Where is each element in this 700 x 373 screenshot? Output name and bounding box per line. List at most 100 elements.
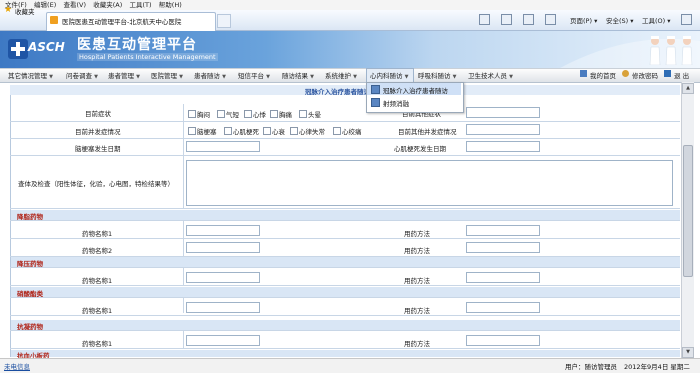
logout-link[interactable]: 退 出 <box>674 70 689 80</box>
drug-name-input[interactable] <box>186 335 260 346</box>
chevron-down-icon: ▼ <box>266 74 270 80</box>
scrollbar-thumb[interactable] <box>683 145 693 277</box>
change-password-link[interactable]: 修改密码 <box>632 70 658 80</box>
page-menu-label: 页面(P) <box>570 17 592 25</box>
symptom-checkbox[interactable] <box>188 110 196 118</box>
current-date: 2012年9月4日 星期二 <box>624 363 690 371</box>
nav-hospital-management[interactable]: 医院管理 ▼ <box>151 70 183 80</box>
favorites-button[interactable]: 收藏夹 <box>15 6 35 16</box>
nav-patient-followup[interactable]: 患者随访 ▼ <box>194 70 226 80</box>
print-icon[interactable] <box>545 14 556 25</box>
new-tab-button[interactable] <box>217 14 231 28</box>
other-symptoms-input[interactable] <box>466 107 540 118</box>
nav-other-management[interactable]: 其它情况管理 ▼ <box>8 70 53 80</box>
dropdown-item-pci-followup[interactable]: 冠脉介入治疗患者随访 <box>383 85 448 95</box>
mail-icon[interactable] <box>523 14 534 25</box>
mi-date-input[interactable] <box>466 141 540 152</box>
usage-label: 用药方法 <box>404 230 430 238</box>
usage-input[interactable] <box>466 225 540 236</box>
complication-option-label: 心律失常 <box>299 128 325 136</box>
drug-name-label: 药物名称1 <box>82 277 113 285</box>
home-icon[interactable] <box>479 14 490 25</box>
nav-sms-platform[interactable]: 短信平台 ▼ <box>238 70 270 80</box>
menu-help[interactable]: 帮助(H) <box>159 0 182 10</box>
chevron-down-icon: ▼ <box>136 74 140 80</box>
status-link[interactable]: 未电信息 <box>4 361 30 371</box>
symptom-checkbox[interactable] <box>299 110 307 118</box>
chevron-down-icon: ▼ <box>353 74 357 80</box>
complication-checkbox[interactable] <box>263 127 271 135</box>
tools-menu-button[interactable]: 工具(O) ▾ <box>642 15 671 25</box>
drug-name-input[interactable] <box>186 272 260 283</box>
usage-input[interactable] <box>466 272 540 283</box>
current-symptoms-label: 目前症状 <box>85 110 111 118</box>
nav-system-maintenance[interactable]: 系统维护 ▼ <box>325 70 357 80</box>
usage-input[interactable] <box>466 242 540 253</box>
page-icon <box>371 98 380 107</box>
exam-textarea[interactable] <box>186 160 673 206</box>
menu-edit[interactable]: 编辑(E) <box>34 0 56 10</box>
nav-cardiology-followup[interactable]: 心内科随访 ▼ <box>370 70 408 80</box>
form-column-divider <box>183 104 184 209</box>
favorites-star-icon[interactable]: ★ <box>4 5 12 15</box>
browser-tab-title[interactable]: 医院医患互动管理平台-北京航天中心医院 <box>62 16 181 26</box>
cerebral-infarction-date-input[interactable] <box>186 141 260 152</box>
nav-label: 心内科随访 <box>370 72 403 80</box>
nav-health-technicians[interactable]: 卫生技术人员 ▼ <box>468 70 513 80</box>
current-user: 用户：随访管理员 <box>565 363 617 371</box>
symptom-checkbox[interactable] <box>217 110 225 118</box>
complications-label: 目前并发症情况 <box>75 128 121 136</box>
safety-menu-button[interactable]: 安全(S) ▾ <box>606 15 634 25</box>
section-header <box>11 257 680 267</box>
symptom-checkbox[interactable] <box>244 110 252 118</box>
nav-followup-results[interactable]: 随访结果 ▼ <box>282 70 314 80</box>
complication-checkbox[interactable] <box>224 127 232 135</box>
symptom-checkbox[interactable] <box>270 110 278 118</box>
help-icon[interactable] <box>681 14 692 25</box>
other-complications-input[interactable] <box>466 124 540 135</box>
complication-checkbox[interactable] <box>333 127 341 135</box>
row-divider <box>10 238 680 239</box>
nav-label: 患者随访 <box>194 72 220 80</box>
nav-respiratory-followup[interactable]: 呼吸科随访 ▼ <box>418 70 456 80</box>
usage-label: 用药方法 <box>404 277 430 285</box>
row-divider <box>10 315 680 316</box>
my-home-link[interactable]: 我的首页 <box>590 70 616 80</box>
cerebral-infarction-date-label: 脑梗塞发生日期 <box>75 145 121 153</box>
feeds-icon[interactable] <box>501 14 512 25</box>
nav-patient-management[interactable]: 患者管理 ▼ <box>108 70 140 80</box>
usage-label: 用药方法 <box>404 247 430 255</box>
key-icon[interactable] <box>622 70 629 77</box>
usage-input[interactable] <box>466 302 540 313</box>
browser-menubar: 文件(F) 编辑(E) 查看(V) 收藏夹(A) 工具(T) 帮助(H) <box>0 0 700 10</box>
complication-option-label: 心衰 <box>272 128 285 136</box>
drug-name-label: 药物名称2 <box>82 247 113 255</box>
chevron-down-icon: ▼ <box>509 74 513 80</box>
complication-checkbox[interactable] <box>290 127 298 135</box>
section-header <box>11 320 680 330</box>
nav-label: 短信平台 <box>238 72 264 80</box>
nav-questionnaire[interactable]: 问卷调查 ▼ <box>66 70 98 80</box>
app-title: 医患互动管理平台 <box>77 37 197 53</box>
scroll-down-button[interactable]: ▼ <box>682 347 694 358</box>
home-icon[interactable] <box>580 70 587 77</box>
menu-favorites[interactable]: 收藏夹(A) <box>93 0 122 10</box>
nurse-figure-icon <box>665 36 677 65</box>
nurse-figure-icon <box>681 36 693 65</box>
usage-input[interactable] <box>466 335 540 346</box>
nav-label: 其它情况管理 <box>8 72 47 80</box>
logout-icon[interactable] <box>664 70 671 77</box>
drug-name-input[interactable] <box>186 302 260 313</box>
menu-tools[interactable]: 工具(T) <box>130 0 152 10</box>
drug-name-input[interactable] <box>186 225 260 236</box>
dropdown-item-rf-ablation[interactable]: 射频消融 <box>383 98 409 108</box>
row-divider <box>10 330 680 331</box>
complication-checkbox[interactable] <box>188 127 196 135</box>
scroll-up-button[interactable]: ▲ <box>682 83 694 94</box>
menu-view[interactable]: 查看(V) <box>63 0 86 10</box>
drug-name-input[interactable] <box>186 242 260 253</box>
row-divider <box>10 208 680 209</box>
page-menu-button[interactable]: 页面(P) ▾ <box>570 15 597 25</box>
nav-label: 系统维护 <box>325 72 351 80</box>
symptom-option-label: 胸闷 <box>197 111 210 119</box>
